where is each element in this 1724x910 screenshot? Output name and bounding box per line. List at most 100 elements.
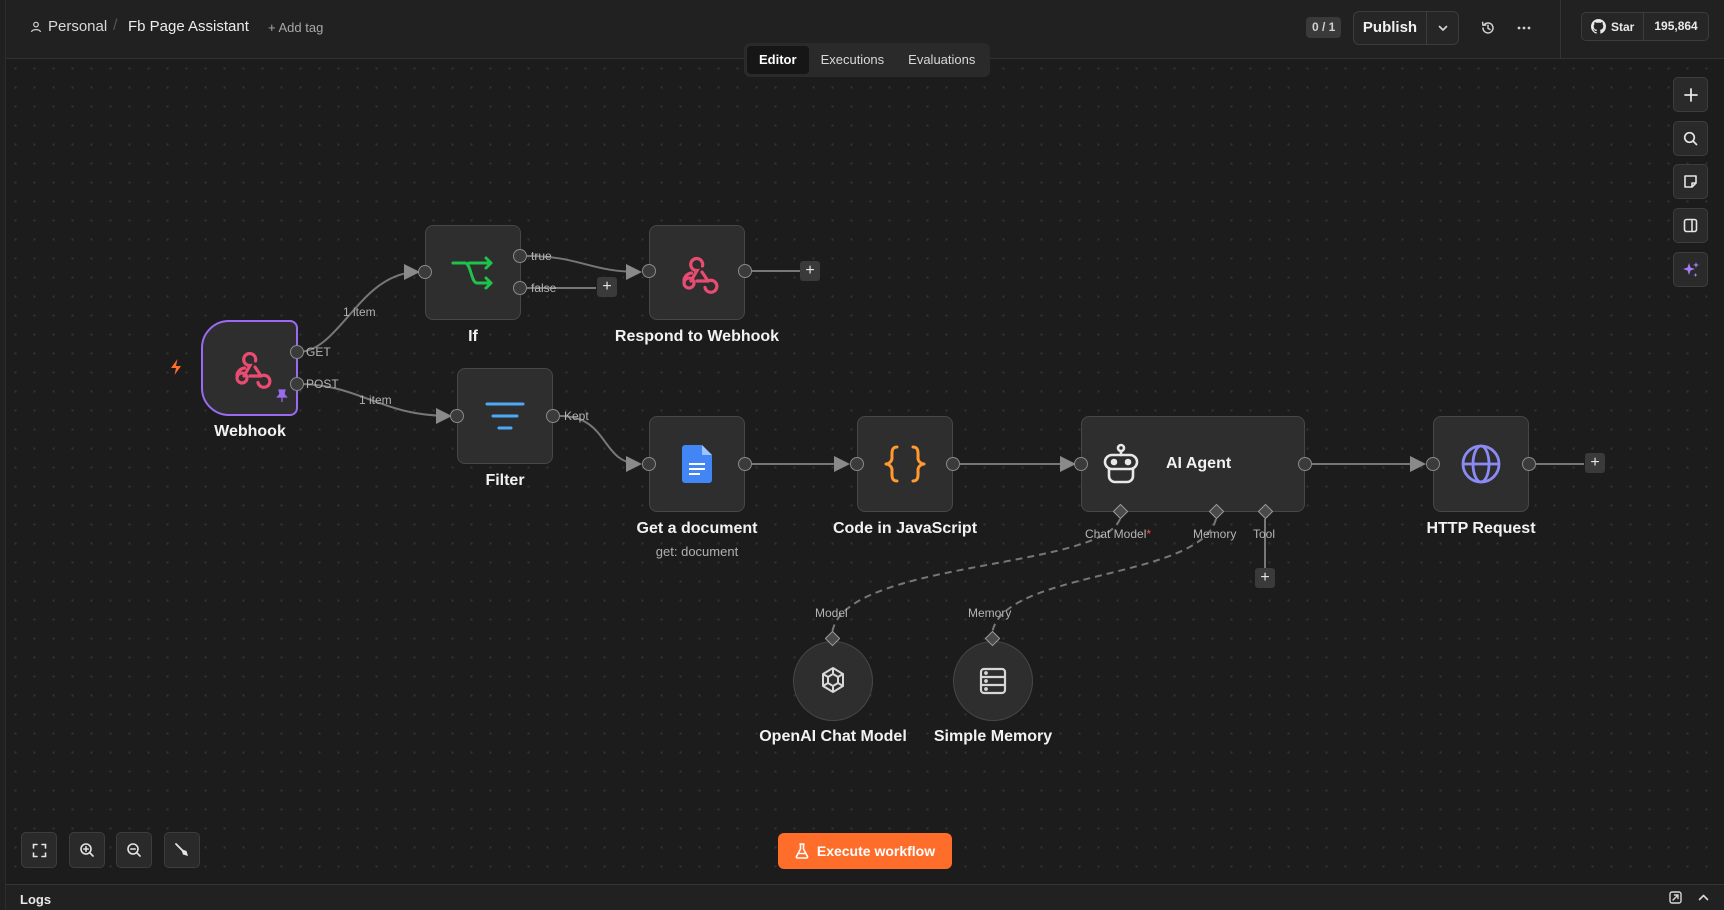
- tidy-up-button[interactable]: [164, 832, 200, 868]
- add-node-button[interactable]: [1673, 77, 1708, 112]
- code-output-handle[interactable]: [946, 457, 960, 471]
- node-memory-label: Simple Memory: [933, 728, 1053, 745]
- webhook-output-get-handle[interactable]: [290, 345, 304, 359]
- if-output-false-handle[interactable]: [513, 281, 527, 295]
- node-get-document[interactable]: [649, 416, 745, 512]
- zoom-out-button[interactable]: [116, 832, 152, 868]
- if-input-handle[interactable]: [418, 265, 432, 279]
- github-star-count: 195,864: [1654, 19, 1698, 33]
- logs-chevron-button[interactable]: [1697, 891, 1710, 909]
- agent-output-handle[interactable]: [1298, 457, 1312, 471]
- search-icon: [1683, 131, 1698, 146]
- http-output-handle[interactable]: [1522, 457, 1536, 471]
- view-tabs: Editor Executions Evaluations: [744, 43, 991, 77]
- github-star-button[interactable]: Star: [1582, 13, 1645, 40]
- node-openai-chat-model[interactable]: [793, 641, 873, 721]
- plus-icon: [1683, 87, 1698, 102]
- agent-chat-model-label: Chat Model*: [1085, 527, 1152, 541]
- fit-view-button[interactable]: [21, 832, 57, 868]
- node-simple-memory[interactable]: [953, 641, 1033, 721]
- node-getdoc-subtitle: get: document: [655, 544, 739, 559]
- node-if-label: If: [468, 328, 478, 345]
- filter-icon: [485, 402, 525, 430]
- github-star-widget[interactable]: Star 195,864: [1581, 12, 1709, 41]
- header-divider: [1560, 0, 1561, 59]
- openai-handle-label: Model: [815, 606, 848, 620]
- database-icon: [979, 667, 1007, 695]
- respond-output-handle[interactable]: [738, 264, 752, 278]
- zoom-in-button[interactable]: [69, 832, 105, 868]
- getdoc-output-handle[interactable]: [738, 457, 752, 471]
- breadcrumb-project[interactable]: Personal: [30, 18, 107, 35]
- filter-output-kept-handle[interactable]: [546, 409, 560, 423]
- node-webhook[interactable]: [201, 320, 298, 416]
- github-icon: [1591, 19, 1606, 34]
- webhook-icon: [234, 351, 271, 389]
- logs-label: Logs: [20, 892, 52, 907]
- http-add-node-button[interactable]: +: [1585, 453, 1605, 473]
- edge-label-webhook-filter: 1 item: [359, 393, 392, 407]
- tab-editor[interactable]: Editor: [747, 46, 809, 74]
- active-workflows-count: 0 / 1: [1306, 17, 1342, 38]
- sparkles-icon: [1682, 261, 1699, 277]
- open-logs-button[interactable]: [1669, 891, 1682, 909]
- http-input-handle[interactable]: [1426, 457, 1440, 471]
- history-button[interactable]: [1476, 16, 1500, 40]
- node-respond-to-webhook[interactable]: [649, 225, 745, 320]
- agent-tool-label: Tool: [1253, 527, 1276, 541]
- pin-icon: [276, 389, 288, 408]
- user-icon: [31, 21, 41, 32]
- zoom-in-icon: [80, 843, 94, 857]
- webhook-output-get-label: GET: [306, 345, 331, 359]
- add-sticky-note-button[interactable]: [1673, 164, 1708, 199]
- publish-button-group: Publish: [1353, 11, 1459, 45]
- flask-icon: [795, 843, 809, 859]
- memory-handle-label: Memory: [968, 606, 1012, 620]
- project-name: Personal: [48, 18, 108, 35]
- branch-icon: [451, 256, 493, 289]
- chevron-down-icon: [1438, 25, 1448, 31]
- zoom-out-icon: [127, 843, 141, 857]
- respond-input-handle[interactable]: [642, 264, 656, 278]
- agent-input-handle[interactable]: [1074, 457, 1088, 471]
- openai-icon: [822, 667, 844, 693]
- add-tag-button[interactable]: + Add tag: [268, 20, 323, 35]
- agent-add-tool-button[interactable]: +: [1255, 568, 1275, 588]
- tab-executions[interactable]: Executions: [809, 46, 897, 74]
- webhook-icon: [682, 256, 719, 294]
- fit-view-icon: [32, 843, 46, 857]
- filter-input-handle[interactable]: [450, 409, 464, 423]
- more-horizontal-icon: [1517, 26, 1531, 30]
- node-ai-agent-label: AI Agent: [1166, 455, 1232, 472]
- ai-assistant-button[interactable]: [1673, 252, 1708, 287]
- left-edge: [0, 0, 6, 910]
- agent-memory-label: Memory: [1193, 527, 1237, 541]
- chevron-up-icon: [1698, 894, 1709, 901]
- node-http-request[interactable]: [1433, 416, 1529, 512]
- node-code[interactable]: [857, 416, 953, 512]
- code-input-handle[interactable]: [850, 457, 864, 471]
- more-options-button[interactable]: [1512, 16, 1536, 40]
- robot-icon: [1103, 443, 1139, 484]
- node-ai-agent[interactable]: AI Agent: [1081, 416, 1305, 512]
- publish-dropdown-button[interactable]: [1427, 12, 1459, 44]
- tab-evaluations[interactable]: Evaluations: [896, 46, 987, 74]
- execute-workflow-button[interactable]: Execute workflow: [778, 833, 952, 869]
- if-false-add-node-button[interactable]: +: [597, 277, 617, 297]
- if-output-true-handle[interactable]: [513, 249, 527, 263]
- node-if[interactable]: [425, 225, 521, 320]
- workflow-name[interactable]: Fb Page Assistant: [128, 18, 249, 35]
- respond-add-node-button[interactable]: +: [800, 261, 820, 281]
- publish-button[interactable]: Publish: [1354, 12, 1426, 44]
- panel-icon: [1683, 218, 1698, 233]
- filter-output-kept-label: Kept: [564, 409, 589, 423]
- node-filter[interactable]: [457, 368, 553, 464]
- search-nodes-button[interactable]: [1673, 121, 1708, 156]
- getdoc-input-handle[interactable]: [642, 457, 656, 471]
- expand-panel-icon: [1669, 891, 1682, 904]
- execute-workflow-label: Execute workflow: [816, 843, 936, 859]
- globe-icon: [1461, 444, 1501, 484]
- logs-panel-bar[interactable]: Logs: [0, 884, 1724, 910]
- toggle-panel-button[interactable]: [1673, 208, 1708, 243]
- webhook-output-post-handle[interactable]: [290, 377, 304, 391]
